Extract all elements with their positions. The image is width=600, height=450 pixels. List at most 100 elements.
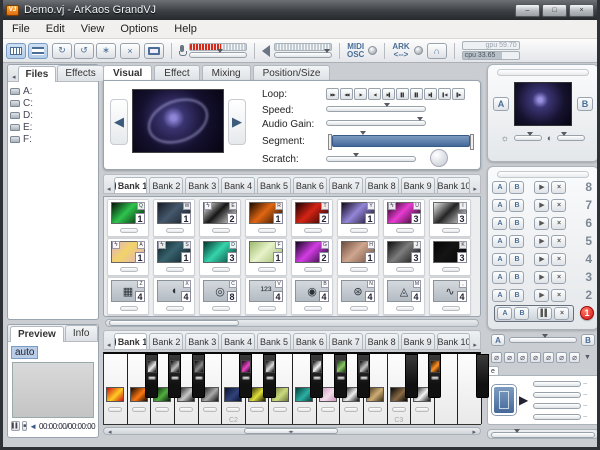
cell-slider[interactable] [304,267,322,272]
titlebar[interactable]: VJ Demo.vj - ArKaos GrandVJ – □ × [0,0,600,20]
visual-cell[interactable]: I3 [429,199,471,237]
layer5-stop-button[interactable]: × [551,235,566,248]
bypass-button-4[interactable]: ⌀ [530,352,541,363]
layer1-b-button[interactable]: B [514,307,529,320]
layer1-pause-button[interactable]: ▌▌ [537,307,552,320]
layer7-b-button[interactable]: B [509,199,524,212]
selected-preset-tile[interactable] [492,385,516,415]
keyboard-view-button[interactable] [6,43,26,59]
bank-tab-10[interactable]: Bank 10 [437,177,471,193]
speed-slider[interactable] [326,106,426,112]
kb-scroll-right-icon[interactable]: ▸ [470,428,478,436]
loop-mode-button-1[interactable]: ▶▶ [326,88,339,100]
key-slider[interactable] [132,407,146,412]
visual-cell[interactable]: ϟE2 [199,199,241,237]
menu-help[interactable]: Help [166,21,205,37]
cell-slider[interactable] [120,306,138,311]
bank-scroll-left-icon[interactable]: ◂ [105,185,113,193]
keyboard-scrollbar[interactable]: ◂ ◂▸ ▸ [103,427,481,435]
preset-slider-1[interactable] [533,381,581,387]
menu-view[interactable]: View [73,21,113,37]
layer6-b-button[interactable]: B [509,217,524,230]
bank-tab-3[interactable]: Bank 3 [185,333,219,349]
menu-edit[interactable]: Edit [38,21,73,37]
visual-cell[interactable]: ϟA1 [107,238,149,276]
visual-cell[interactable]: ◬M4 [383,277,425,315]
bank-tab-8[interactable]: Bank 8 [365,333,399,349]
visual-cell[interactable]: W1 [153,199,195,237]
crossfader-a-button[interactable]: A [491,334,505,346]
layer8-play-button[interactable]: ▶ [534,181,549,194]
key-slider[interactable] [266,376,274,380]
bank-tab-6[interactable]: Bank 6 [293,333,327,349]
key-slider[interactable] [179,407,193,412]
visual-cell[interactable]: F1 [245,238,287,276]
layer3-stop-button[interactable]: × [551,271,566,284]
drive-item[interactable]: F: [10,133,96,145]
black-key[interactable] [192,354,205,398]
tab-files[interactable]: Files [18,66,57,82]
preset-play-icon[interactable]: ▶ [519,393,528,407]
cell-slider[interactable] [304,228,322,233]
loop-mode-button-3[interactable]: ▶ [354,88,367,100]
visual-cell[interactable]: ϟU3 [383,199,425,237]
drive-item[interactable]: A: [10,85,96,97]
key-slider[interactable] [148,376,156,380]
bank-scroll-right-icon[interactable]: ▸ [471,185,479,193]
drive-item[interactable]: D: [10,109,96,121]
loop-mode-button-4[interactable]: ◀ [368,88,381,100]
output-gain-slider[interactable] [274,52,332,58]
black-key[interactable] [239,354,252,398]
kb-scroll-left-icon[interactable]: ◂ [106,428,114,436]
bypass-button-2[interactable]: ⌀ [504,352,515,363]
layer7-play-button[interactable]: ▶ [534,199,549,212]
auto-toggle[interactable]: auto [11,346,38,359]
layer2-stop-button[interactable]: × [551,289,566,302]
bank-tab-2[interactable]: Bank 2 [149,177,183,193]
prev-visual-button[interactable]: ◀ [110,99,128,145]
sync-b-button[interactable]: ↺ [74,43,94,59]
cell-slider[interactable] [350,267,368,272]
layer3-play-button[interactable]: ▶ [534,271,549,284]
bank-tab-5[interactable]: Bank 5 [257,333,291,349]
layer7-a-button[interactable]: A [492,199,507,212]
minimize-button[interactable]: – [515,4,540,17]
tab-scroll-left-icon[interactable]: ◂ [10,73,18,81]
cell-slider[interactable] [258,267,276,272]
cell-slider[interactable] [166,267,184,272]
cell-slider[interactable] [396,267,414,272]
layer2-a-button[interactable]: A [492,289,507,302]
layer3-a-button[interactable]: A [492,271,507,284]
layer4-play-button[interactable]: ▶ [534,253,549,266]
key-slider[interactable] [250,407,264,412]
black-key[interactable] [428,354,441,398]
clear-button[interactable]: × [120,43,140,59]
loop-mode-button-2[interactable]: ◀◀ [340,88,353,100]
key-slider[interactable] [337,376,345,380]
layer7-stop-button[interactable]: × [551,199,566,212]
layer8-stop-button[interactable]: × [551,181,566,194]
key-slider[interactable] [313,376,321,380]
loop-mode-button-6[interactable]: ▌▌ [396,88,409,100]
loop-mode-button-5[interactable]: ▶▌ [382,88,395,100]
bank-tab-8[interactable]: Bank 8 [365,177,399,193]
visual-cell[interactable]: K3 [429,238,471,276]
tab-visual[interactable]: Visual [103,65,152,81]
cell-slider[interactable] [212,306,230,311]
cell-slider[interactable] [442,267,460,272]
visual-cell[interactable]: ϟS1 [153,238,195,276]
cell-slider[interactable] [350,228,368,233]
crossfader-slider[interactable] [509,337,577,343]
key-slider[interactable] [108,407,122,412]
master-speed-slider[interactable] [487,429,599,439]
loop-mode-button-9[interactable]: ▌◀ [438,88,451,100]
key-slider[interactable] [368,407,382,412]
segment-range-slider[interactable] [332,135,470,147]
layer1-stop-button[interactable]: × [554,307,569,320]
black-key[interactable] [357,354,370,398]
key-slider[interactable] [415,407,429,412]
bank-tab-9[interactable]: Bank 9 [401,333,435,349]
cell-slider[interactable] [166,306,184,311]
bank-tab-3[interactable]: Bank 3 [185,177,219,193]
layer2-b-button[interactable]: B [509,289,524,302]
